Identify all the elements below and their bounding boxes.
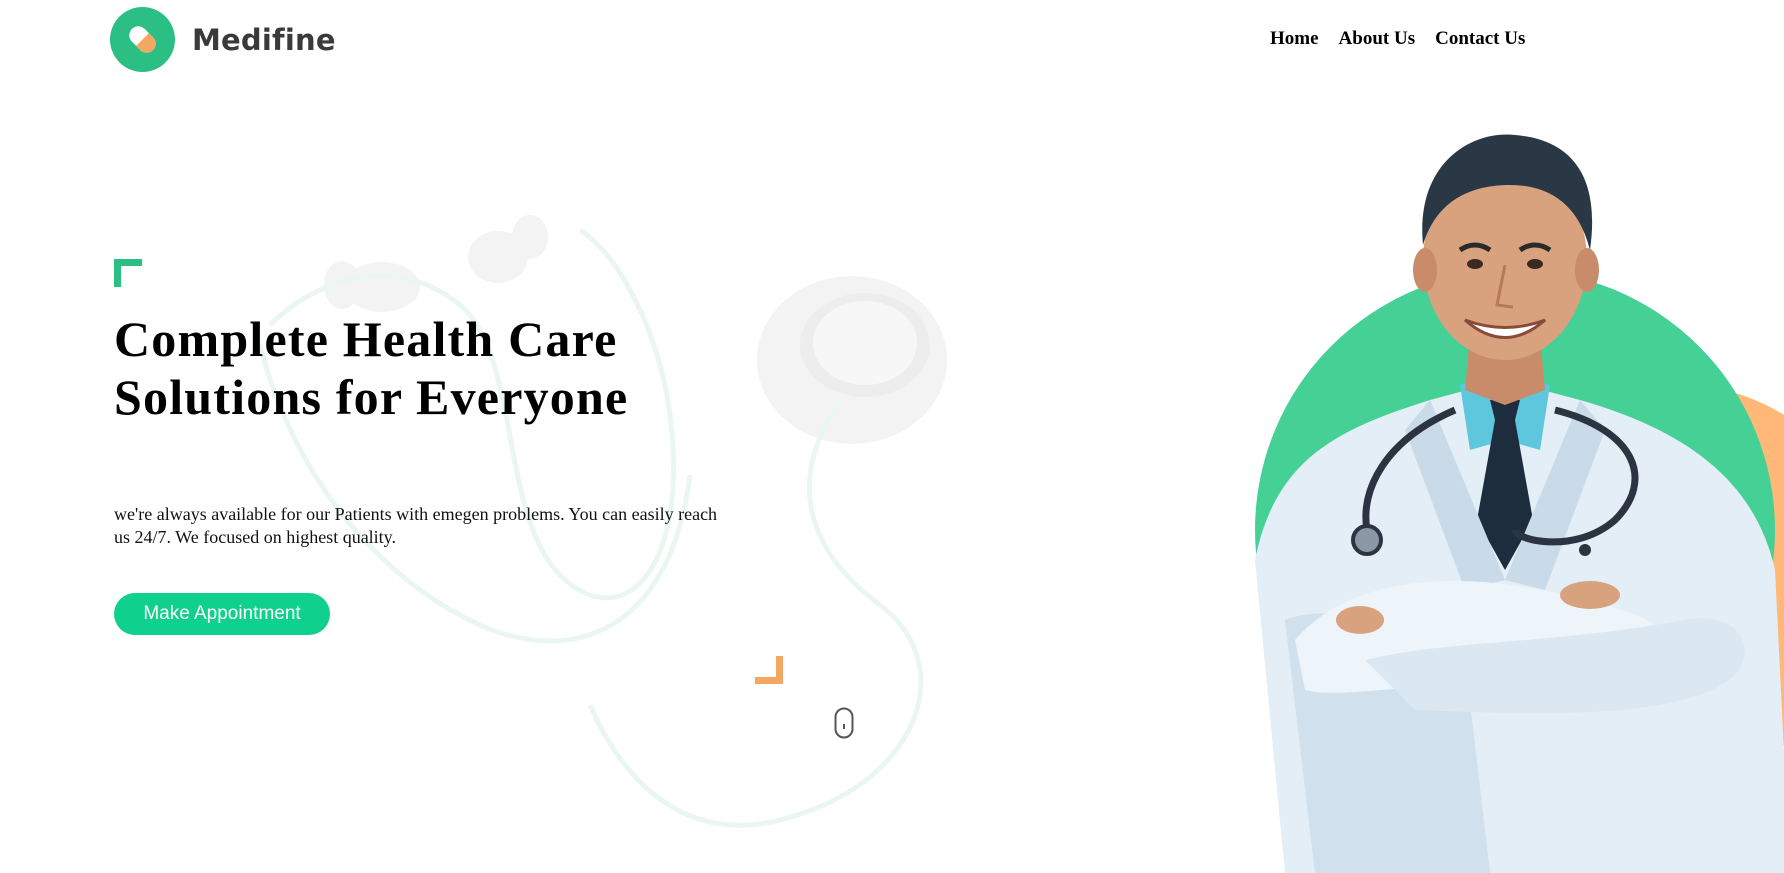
nav-contact-us[interactable]: Contact Us — [1435, 28, 1525, 50]
hero-description-line-1: we're always available for our Patients … — [114, 504, 718, 524]
make-appointment-button[interactable]: Make Appointment — [114, 593, 330, 635]
pill-icon — [129, 26, 156, 53]
doctor-illustration — [1255, 134, 1784, 873]
hero-title: Complete Health Care Solutions for Every… — [114, 311, 629, 425]
corner-bracket-icon — [114, 259, 142, 287]
corner-bracket-icon — [755, 656, 783, 684]
hero-description: we're always available for our Patients … — [114, 503, 754, 549]
mouse-scroll-icon[interactable] — [834, 707, 854, 739]
logo-badge — [110, 7, 175, 72]
brand-name: Medifine — [192, 22, 336, 57]
nav-home[interactable]: Home — [1270, 28, 1319, 50]
landing-page: Medifine Home About Us Contact Us Comple… — [0, 0, 1784, 873]
main-nav: Home About Us Contact Us — [1270, 28, 1525, 50]
hero-description-line-2: us 24/7. We focused on highest quality. — [114, 527, 397, 547]
brand-logo[interactable]: Medifine — [110, 7, 336, 72]
nav-about-us[interactable]: About Us — [1339, 28, 1416, 50]
